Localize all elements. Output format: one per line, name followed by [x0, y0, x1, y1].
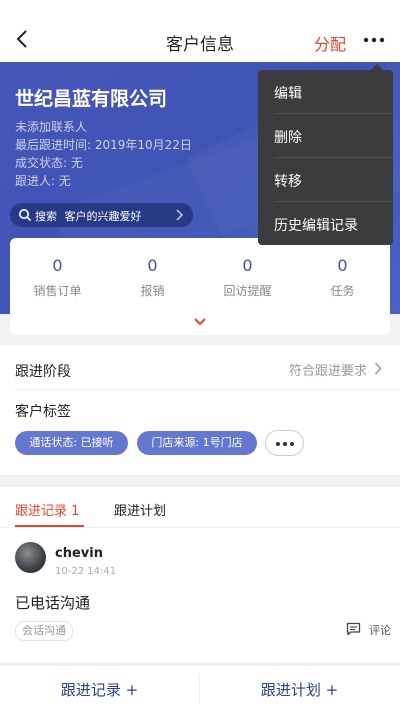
chevron-down-icon[interactable] — [193, 317, 207, 327]
divider — [0, 527, 400, 528]
stat-label: 销售订单 — [33, 284, 82, 298]
records-section: 跟进记录 1 跟进计划 chevin 10-22 14:41 已电话沟通 会话沟… — [0, 487, 400, 662]
deal-status: 成交状态: 无 — [15, 156, 83, 170]
record-time: 10-22 14:41 — [55, 566, 117, 577]
tab-followup-records[interactable]: 跟进记录 1 — [15, 500, 79, 519]
follower: 跟进人: 无 — [15, 174, 71, 188]
assign-button[interactable]: 分配 — [314, 31, 346, 55]
add-followup-record-button[interactable]: 跟进记录 + — [0, 679, 199, 700]
more-dropdown-menu: 编辑 删除 转移 历史编辑记录 — [258, 64, 393, 245]
bottom-action-bar: 跟进记录 + 跟进计划 + — [0, 665, 400, 712]
record-content: 已电话沟通 — [15, 594, 91, 612]
stat-label: 报销 — [140, 284, 165, 298]
chevron-right-icon — [176, 209, 183, 221]
contact-info: 未添加联系人 — [15, 120, 88, 134]
menu-item-transfer[interactable]: 转移 — [258, 158, 393, 201]
stat-label: 回访提醒 — [223, 284, 272, 298]
more-icon[interactable] — [362, 32, 386, 48]
search-label: 搜索 — [35, 210, 57, 223]
menu-item-edit[interactable]: 编辑 — [258, 70, 393, 113]
tags-label: 客户标签 — [15, 404, 71, 420]
chevron-right-icon[interactable] — [374, 362, 382, 375]
stats-card: 0 销售订单 0 报销 0 回访提醒 0 任务 — [10, 238, 390, 335]
search-icon — [19, 209, 32, 222]
menu-item-label: 删除 — [274, 130, 302, 146]
divider — [15, 389, 400, 390]
stage-label: 跟进阶段 — [15, 364, 71, 380]
stage-section: 跟进阶段 符合跟进要求 客户标签 通话状态: 已接听 门店来源: 1号门店 — [0, 345, 400, 475]
tag-call-status[interactable]: 通话状态: 已接听 — [15, 431, 128, 455]
tag-store-source[interactable]: 门店来源: 1号门店 — [137, 431, 257, 455]
last-followup-time: 最后跟进时间: 2019年10月22日 — [15, 138, 192, 152]
comment-button[interactable]: 评论 — [369, 622, 391, 638]
add-followup-plan-button[interactable]: 跟进计划 + — [200, 679, 399, 700]
stat-reimbursement[interactable]: 0 报销 — [105, 256, 200, 299]
search-text: 客户的兴趣爱好 — [64, 210, 142, 223]
record-tag: 会话沟通 — [15, 621, 73, 641]
menu-item-label: 编辑 — [274, 86, 302, 102]
stat-tasks[interactable]: 0 任务 — [295, 256, 390, 299]
menu-item-delete[interactable]: 删除 — [258, 114, 393, 157]
stage-value[interactable]: 符合跟进要求 — [289, 360, 367, 379]
stat-value: 0 — [147, 256, 158, 275]
stat-visit-reminder[interactable]: 0 回访提醒 — [200, 256, 295, 299]
nav-bar: 客户信息 分配 — [0, 0, 400, 62]
stat-value: 0 — [52, 256, 63, 275]
stat-sales-orders[interactable]: 0 销售订单 — [10, 256, 105, 299]
stat-value: 0 — [337, 256, 348, 275]
avatar[interactable] — [15, 542, 46, 573]
more-tags-button[interactable] — [265, 430, 304, 456]
tab-followup-plan[interactable]: 跟进计划 — [114, 500, 166, 519]
comment-icon[interactable] — [346, 622, 361, 636]
menu-item-label: 历史编辑记录 — [274, 218, 358, 234]
company-name: 世纪昌蓝有限公司 — [15, 88, 168, 110]
user-name: chevin — [55, 546, 103, 561]
interest-search-button[interactable]: 搜索 客户的兴趣爱好 — [10, 203, 193, 227]
menu-item-edit-history[interactable]: 历史编辑记录 — [258, 202, 393, 245]
stat-label: 任务 — [330, 284, 355, 298]
stat-value: 0 — [242, 256, 253, 275]
menu-item-label: 转移 — [274, 174, 302, 190]
